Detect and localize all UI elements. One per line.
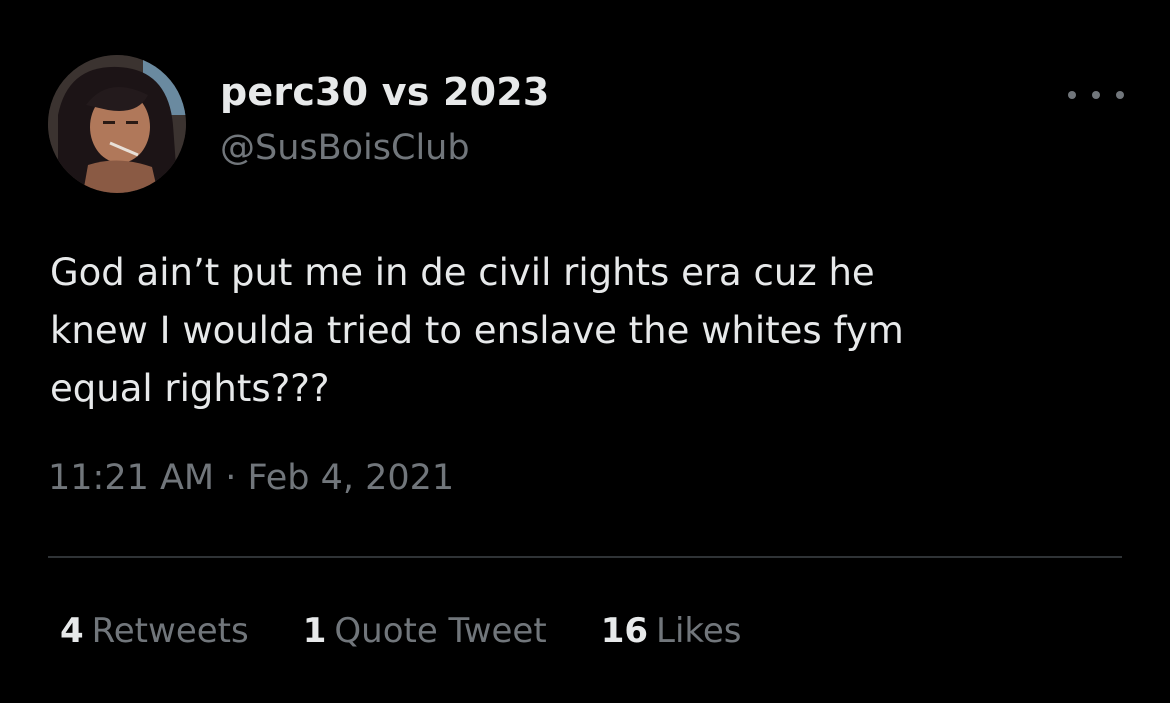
author-handle[interactable]: @SusBoisClub bbox=[220, 128, 470, 168]
likes-stat[interactable]: 16 Likes bbox=[601, 611, 742, 651]
retweets-stat[interactable]: 4 Retweets bbox=[60, 611, 249, 651]
more-horizontal-icon bbox=[1068, 91, 1076, 99]
more-horizontal-icon bbox=[1116, 91, 1124, 99]
tweet-text-line: knew I woulda tried to enslave the white… bbox=[50, 309, 904, 352]
quote-tweets-label: Quote Tweet bbox=[334, 611, 547, 651]
tweet-stats: 4 Retweets 1 Quote Tweet 16 Likes bbox=[60, 611, 742, 651]
tweet-text: God ain’t put me in de civil rights era … bbox=[50, 244, 1130, 418]
quote-tweets-count: 1 bbox=[302, 611, 327, 651]
more-options-button[interactable] bbox=[1068, 78, 1124, 112]
retweets-count: 4 bbox=[60, 611, 84, 651]
likes-count: 16 bbox=[600, 611, 649, 651]
more-horizontal-icon bbox=[1092, 91, 1100, 99]
avatar-image bbox=[48, 55, 186, 193]
likes-label: Likes bbox=[656, 611, 742, 651]
tweet-text-line: God ain’t put me in de civil rights era … bbox=[50, 251, 875, 294]
divider bbox=[48, 556, 1122, 558]
quote-tweets-stat[interactable]: 1 Quote Tweet bbox=[303, 611, 547, 651]
avatar[interactable] bbox=[48, 55, 186, 193]
tweet-card: perc30 vs 2023 @SusBoisClub God ain’t pu… bbox=[0, 0, 1170, 703]
retweets-label: Retweets bbox=[91, 611, 249, 651]
tweet-timestamp[interactable]: 11:21 AM · Feb 4, 2021 bbox=[48, 458, 454, 498]
author-display-name[interactable]: perc30 vs 2023 bbox=[220, 70, 550, 114]
tweet-text-line: equal rights??? bbox=[50, 367, 330, 410]
